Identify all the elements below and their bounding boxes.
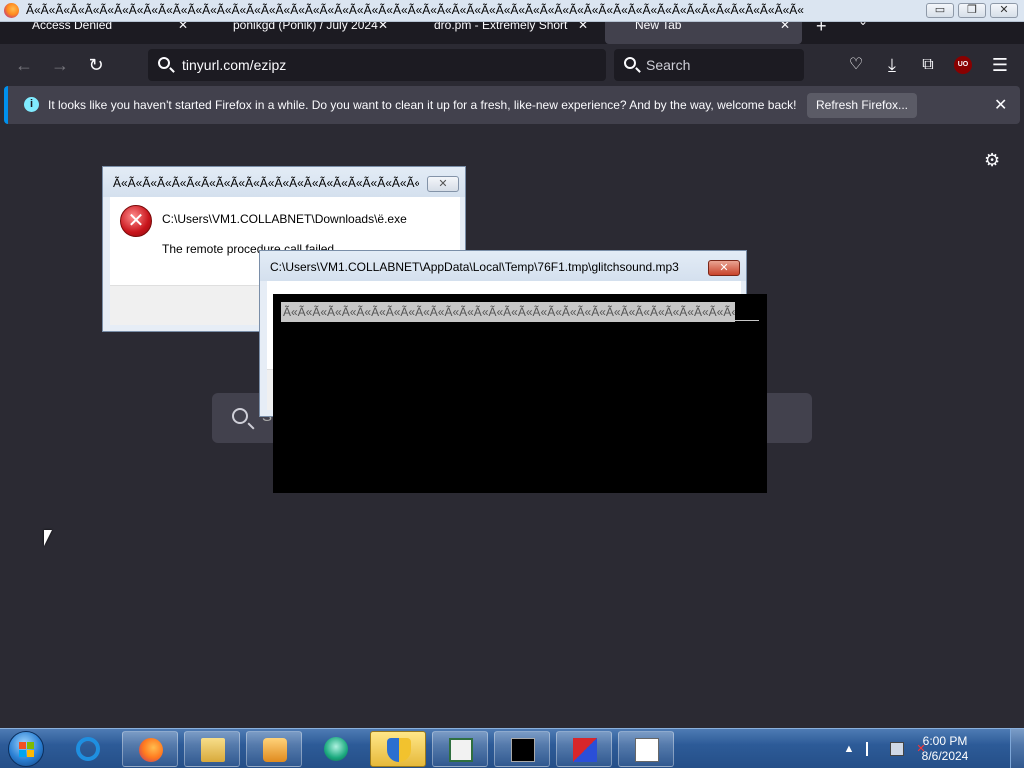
refresh-notification-bar: i It looks like you haven't started Fire… — [4, 86, 1020, 124]
tab-new-tab[interactable]: New Tab ✕ — [605, 22, 802, 44]
tab-close-icon[interactable]: ✕ — [780, 22, 790, 32]
gear-icon[interactable]: ⚙ — [984, 150, 1000, 171]
show-hidden-icons-button[interactable]: ▲ — [842, 742, 856, 756]
reload-button[interactable]: ↻ — [84, 53, 108, 77]
taskbar-internet-explorer[interactable] — [60, 731, 116, 767]
tab-close-icon[interactable]: ✕ — [178, 22, 188, 32]
pocket-icon[interactable]: ♡ — [844, 53, 868, 77]
terminal-icon — [511, 738, 535, 762]
error-icon: ✕ — [120, 205, 152, 237]
flag-icon[interactable] — [866, 742, 880, 756]
back-button[interactable]: ← — [12, 53, 36, 77]
search-box[interactable]: Search — [614, 49, 804, 81]
taskbar-media-player[interactable] — [246, 731, 302, 767]
clock-time: 6:00 PM — [922, 734, 968, 748]
taskbar-firefox[interactable] — [122, 731, 178, 767]
cube-icon — [573, 738, 597, 762]
downloads-icon[interactable]: ⤓ — [880, 53, 904, 77]
start-button[interactable] — [8, 731, 44, 767]
navigation-toolbar: ← → ↻ tinyurl.com/ezipz Search ♡ ⤓ ⧉ UO … — [0, 44, 1024, 86]
search-icon — [232, 408, 248, 424]
window-icon — [449, 738, 473, 762]
mouse-cursor — [44, 530, 52, 546]
window-title: Ã«Ã«Ã«Ã«Ã«Ã«Ã«Ã«Ã«Ã«Ã«Ã«Ã«Ã«Ã«Ã«Ã«Ã«Ã«Ã«… — [26, 3, 804, 17]
windows-logo-icon — [19, 742, 35, 758]
url-text[interactable]: tinyurl.com/ezipz — [182, 57, 286, 73]
close-button[interactable]: ✕ — [708, 260, 740, 276]
tab-dro-pm[interactable]: dro.pm - Extremely Short U ✕ — [408, 22, 593, 44]
document-icon — [635, 738, 659, 762]
error-path: C:\Users\VM1.COLLABNET\Downloads\ë.exe — [162, 212, 407, 226]
refresh-firefox-button[interactable]: Refresh Firefox... — [807, 93, 917, 118]
url-bar[interactable]: tinyurl.com/ezipz — [148, 49, 606, 81]
clock[interactable]: 6:00 PM 8/6/2024 — [900, 734, 990, 764]
tab-access-denied[interactable]: Access Denied ✕ — [8, 22, 193, 44]
taskbar-command-prompt[interactable] — [494, 731, 550, 767]
tab-label: New Tab — [635, 22, 682, 32]
taskbar-explorer[interactable] — [184, 731, 240, 767]
text-cursor — [735, 320, 759, 321]
notification-message: It looks like you haven't started Firefo… — [48, 98, 797, 112]
tab-close-icon[interactable]: ✕ — [378, 22, 388, 32]
taskbar-document[interactable] — [618, 731, 674, 767]
dialog-titlebar[interactable]: Ã«Ã«Ã«Ã«Ã«Ã«Ã«Ã«Ã«Ã«Ã«Ã«Ã«Ã«Ã«Ã«Ã«Ã«Ã«Ã«… — [103, 167, 465, 197]
selected-text[interactable]: Ã«Ã«Ã«Ã«Ã«Ã«Ã«Ã«Ã«Ã«Ã«Ã«Ã«Ã«Ã«Ã«Ã«Ã«Ã«Ã«… — [281, 302, 735, 322]
tab-label: ponikgd (Ponik) / July 2024 — [233, 22, 378, 32]
extensions-icon[interactable]: ⧉ — [916, 53, 940, 77]
plus-icon: + — [816, 22, 827, 36]
tab-strip: Access Denied ✕ ponikgd (Ponik) / July 2… — [0, 22, 1024, 44]
ublock-icon[interactable]: UO — [954, 56, 972, 74]
tab-label: dro.pm - Extremely Short U — [434, 22, 568, 32]
close-window-button[interactable]: ✕ — [990, 3, 1018, 18]
tab-ponikgd[interactable]: ponikgd (Ponik) / July 2024 ✕ — [212, 22, 397, 44]
chevron-down-icon: ⌄ — [858, 22, 868, 28]
forward-button[interactable]: → — [48, 53, 72, 77]
firefox-icon — [4, 3, 19, 18]
close-button[interactable]: ✕ — [427, 176, 459, 192]
black-glitch-window[interactable]: Ã«Ã«Ã«Ã«Ã«Ã«Ã«Ã«Ã«Ã«Ã«Ã«Ã«Ã«Ã«Ã«Ã«Ã«Ã«Ã«… — [273, 294, 767, 493]
search-icon — [624, 57, 636, 69]
media-player-icon — [263, 738, 287, 762]
dialog-title: Ã«Ã«Ã«Ã«Ã«Ã«Ã«Ã«Ã«Ã«Ã«Ã«Ã«Ã«Ã«Ã«Ã«Ã«Ã«Ã«… — [113, 176, 419, 190]
search-icon — [158, 57, 170, 69]
show-desktop-button[interactable] — [1010, 729, 1024, 768]
close-icon[interactable]: ✕ — [994, 95, 1007, 115]
minimize-button[interactable]: ▭ — [926, 3, 954, 18]
list-all-tabs-button[interactable]: ⌄ — [858, 22, 874, 44]
tab-close-icon[interactable]: ✕ — [578, 22, 588, 32]
globe-icon — [324, 737, 348, 761]
new-tab-button[interactable]: + — [816, 22, 836, 44]
search-placeholder[interactable]: Search — [646, 57, 690, 73]
tab-label: Access Denied — [32, 22, 113, 32]
info-icon: i — [24, 97, 39, 112]
shield-icon — [387, 738, 411, 762]
firefox-icon — [139, 738, 163, 762]
dialog-titlebar[interactable]: C:\Users\VM1.COLLABNET\AppData\Local\Tem… — [260, 251, 746, 281]
taskbar-network-app[interactable] — [308, 731, 364, 767]
taskbar-app[interactable] — [556, 731, 612, 767]
clock-date: 8/6/2024 — [921, 749, 969, 763]
taskbar-security[interactable] — [370, 731, 426, 767]
taskbar-window[interactable] — [432, 731, 488, 767]
window-titlebar[interactable]: Ã«Ã«Ã«Ã«Ã«Ã«Ã«Ã«Ã«Ã«Ã«Ã«Ã«Ã«Ã«Ã«Ã«Ã«Ã«Ã«… — [0, 0, 1024, 22]
menu-icon[interactable]: ☰ — [988, 53, 1012, 77]
taskbar: ▲ ✕ 6:00 PM 8/6/2024 — [0, 728, 1024, 768]
internet-explorer-icon — [76, 737, 100, 761]
folder-icon — [201, 738, 225, 762]
restore-button[interactable]: ❐ — [958, 3, 986, 18]
dialog-title: C:\Users\VM1.COLLABNET\AppData\Local\Tem… — [270, 260, 679, 274]
